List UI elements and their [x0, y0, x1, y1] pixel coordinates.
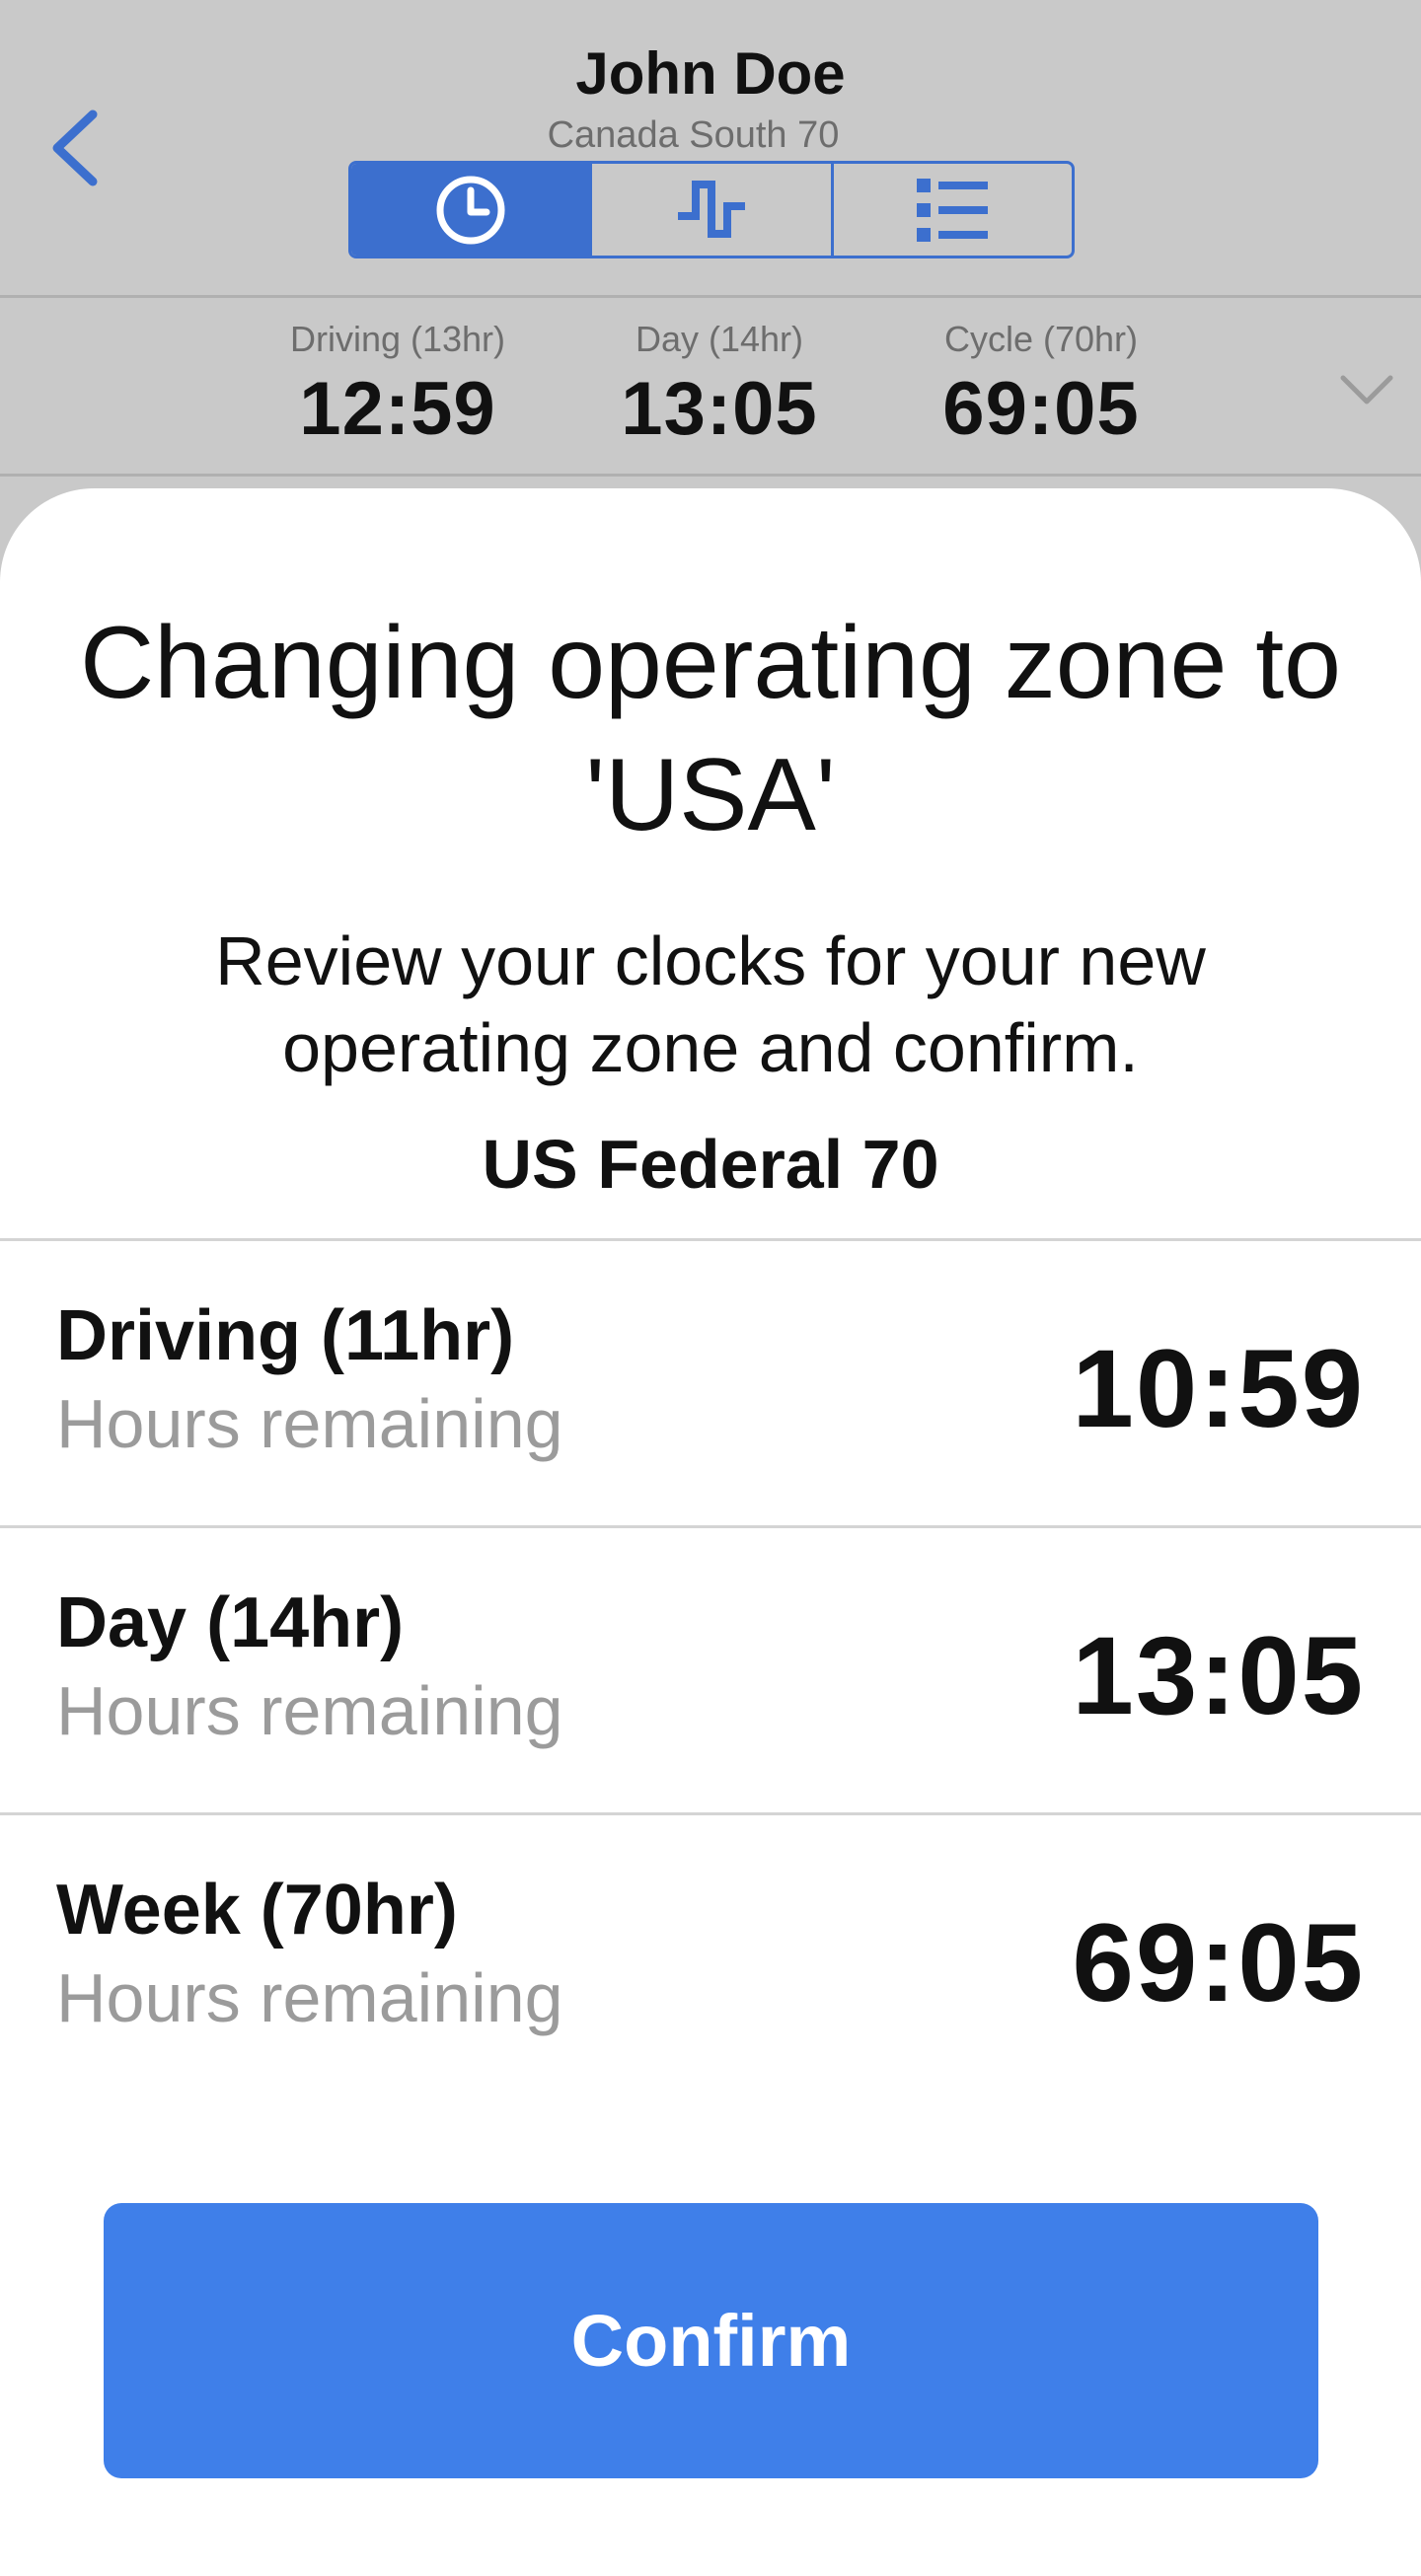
row-sublabel: Hours remaining — [56, 1959, 563, 2036]
tab-clocks[interactable] — [351, 164, 593, 256]
clock-label: Driving (13hr) — [289, 319, 506, 359]
clock-value: 12:59 — [299, 367, 496, 451]
row-value: 69:05 — [1072, 1901, 1365, 2024]
row-sublabel: Hours remaining — [56, 1385, 563, 1462]
row-sublabel: Hours remaining — [56, 1672, 563, 1749]
tab-list[interactable] — [834, 164, 1072, 256]
driver-name: John Doe — [575, 40, 846, 107]
expand-clocks-button[interactable] — [1337, 360, 1396, 419]
tab-logs-graph[interactable] — [592, 164, 834, 256]
clock-row-day: Day (14hr) Hours remaining 13:05 — [0, 1525, 1421, 1812]
current-ruleset: Canada South 70 — [547, 114, 840, 156]
modal-description: Review your clocks for your new operatin… — [215, 922, 1206, 1086]
operating-zone-modal: Changing operating zone to 'USA' Review … — [0, 488, 1421, 2576]
row-label: Day (14hr) — [56, 1583, 405, 1662]
clock-icon — [436, 176, 505, 244]
row-label: Driving (11hr) — [56, 1296, 515, 1375]
clock-cycle: Cycle (70hr) 69:05 — [893, 319, 1189, 452]
clock-row-week: Week (70hr) Hours remaining 69:05 — [0, 1812, 1421, 2099]
clock-rows: Driving (11hr) Hours remaining 10:59 Day… — [0, 1238, 1421, 2099]
new-ruleset: US Federal 70 — [482, 1126, 939, 1203]
clocks-summary-bar: Driving (13hr) 12:59 Day (14hr) 13:05 Cy… — [0, 301, 1421, 477]
clock-value: 69:05 — [942, 367, 1140, 451]
view-segmented-control — [348, 161, 1075, 258]
clock-label: Day (14hr) — [635, 319, 804, 359]
clock-day: Day (14hr) 13:05 — [571, 319, 867, 452]
logs-graph-icon — [677, 180, 745, 238]
row-label: Week (70hr) — [56, 1871, 458, 1950]
list-icon — [917, 178, 989, 242]
app-header: John Doe Canada South 70 — [0, 0, 1421, 298]
clock-value: 13:05 — [621, 367, 818, 451]
chevron-down-icon — [1340, 375, 1393, 405]
screen: John Doe Canada South 70 Driving (13hr) … — [0, 0, 1421, 2576]
row-value: 10:59 — [1072, 1327, 1365, 1450]
modal-title: Changing operating zone to 'USA' — [80, 606, 1341, 852]
confirm-button[interactable]: Confirm — [104, 2203, 1318, 2478]
clock-label: Cycle (70hr) — [943, 319, 1139, 359]
row-value: 13:05 — [1072, 1614, 1365, 1737]
clock-driving: Driving (13hr) 12:59 — [250, 319, 546, 452]
clock-row-driving: Driving (11hr) Hours remaining 10:59 — [0, 1238, 1421, 1525]
